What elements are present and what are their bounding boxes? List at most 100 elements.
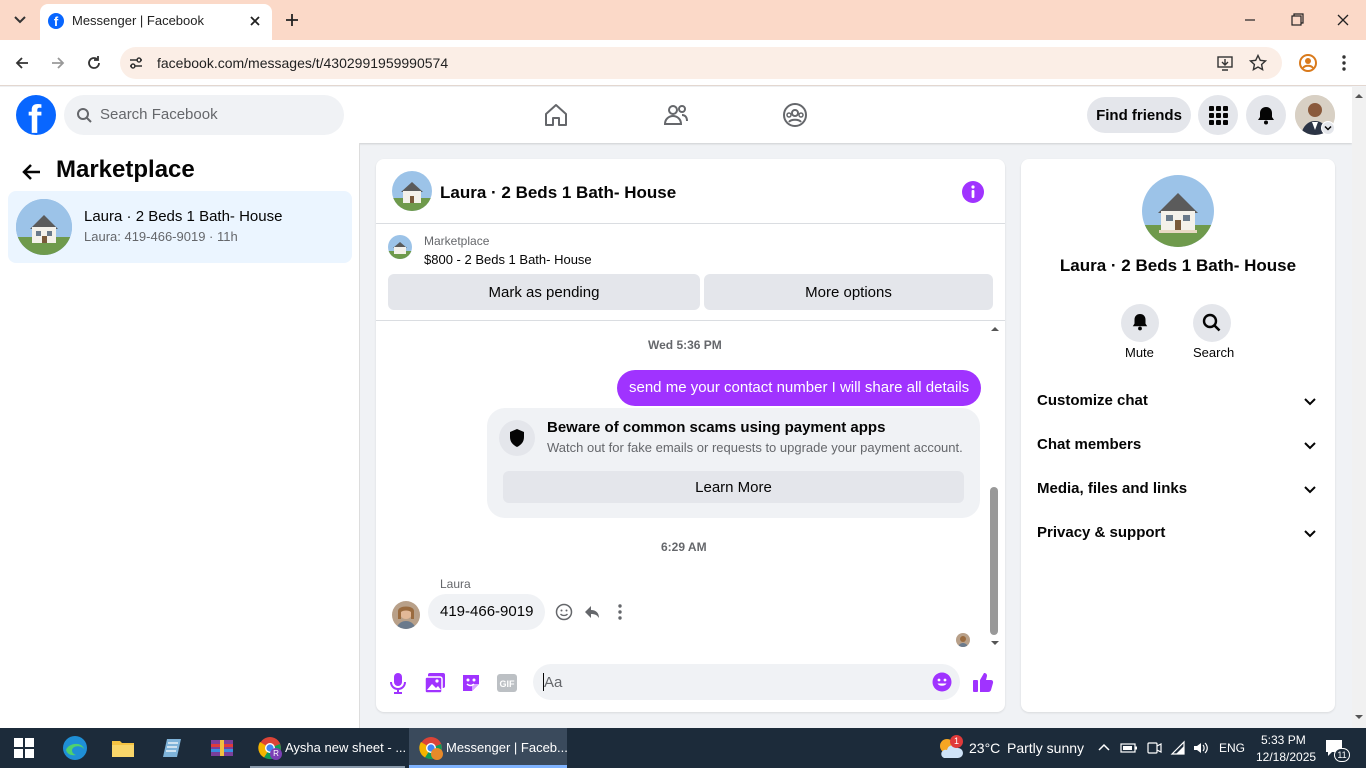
back-to-marketplace-icon[interactable] xyxy=(20,160,44,184)
voice-clip-icon[interactable] xyxy=(389,672,407,694)
site-settings-icon[interactable] xyxy=(128,55,144,71)
search-icon xyxy=(1202,313,1221,332)
edge-browser-icon[interactable] xyxy=(62,735,88,761)
input-language[interactable]: ENG xyxy=(1219,741,1245,755)
chat-panel: Laura · 2 Beds 1 Bath- House Marketplace… xyxy=(376,159,1005,712)
message-placeholder: Aa xyxy=(544,674,563,691)
notepad-app-icon[interactable] xyxy=(161,737,183,759)
show-hidden-icons-icon[interactable] xyxy=(1097,741,1111,755)
profile-badge: R xyxy=(270,748,282,760)
mute-button[interactable] xyxy=(1121,304,1159,342)
messages-scrollbar[interactable] xyxy=(988,323,1002,651)
notifications-button[interactable] xyxy=(1246,95,1286,135)
section-media-files-links[interactable]: Media, files and links xyxy=(1029,473,1327,505)
search-facebook-input[interactable]: Search Facebook xyxy=(64,95,344,135)
tab-search-button[interactable] xyxy=(6,8,34,32)
svg-text:GIF: GIF xyxy=(500,679,516,689)
battery-icon[interactable] xyxy=(1120,741,1138,755)
groups-icon[interactable] xyxy=(782,102,808,128)
thumbs-up-icon[interactable] xyxy=(972,671,994,693)
bell-icon xyxy=(1132,314,1148,331)
find-friends-button[interactable]: Find friends xyxy=(1087,97,1191,133)
notification-count: 11 xyxy=(1334,748,1350,762)
meet-camera-icon[interactable] xyxy=(1146,740,1162,756)
temperature[interactable]: 23°C xyxy=(969,740,1000,756)
facebook-favicon-icon: f xyxy=(48,13,64,29)
close-window-icon[interactable] xyxy=(1333,10,1353,30)
chevron-down-icon xyxy=(14,16,26,24)
taskbar-chrome-sheet[interactable]: R Aysha new sheet - ... xyxy=(250,728,406,768)
section-privacy-support[interactable]: Privacy & support xyxy=(1029,517,1327,549)
tab-title: Messenger | Facebook xyxy=(72,13,204,28)
mute-label: Mute xyxy=(1125,345,1154,360)
react-smiley-icon[interactable] xyxy=(555,603,573,621)
account-chevron-icon[interactable] xyxy=(1321,121,1335,135)
header-divider xyxy=(376,223,1005,224)
reload-icon[interactable] xyxy=(84,53,104,73)
details-avatar xyxy=(1142,175,1214,247)
taskbar-chrome-messenger[interactable]: Messenger | Faceb... xyxy=(409,728,568,768)
restore-icon[interactable] xyxy=(1287,10,1307,30)
listing-divider xyxy=(376,320,1005,321)
incoming-message[interactable]: 419-466-9019 xyxy=(428,594,546,630)
listing-source: Marketplace xyxy=(424,234,490,248)
emoji-icon[interactable] xyxy=(932,672,952,692)
section-customize-chat[interactable]: Customize chat xyxy=(1029,385,1327,417)
minimize-icon[interactable] xyxy=(1240,10,1260,30)
browser-menu-icon[interactable] xyxy=(1334,53,1354,73)
search-in-chat-button[interactable] xyxy=(1193,304,1231,342)
more-options-button[interactable]: More options xyxy=(704,274,993,310)
facebook-logo-icon[interactable]: f xyxy=(16,95,56,135)
install-app-icon[interactable] xyxy=(1216,54,1234,72)
listing-summary[interactable]: $800 - 2 Beds 1 Bath- House xyxy=(424,252,592,267)
chevron-down-icon xyxy=(1304,398,1316,406)
clock-time[interactable]: 5:33 PM xyxy=(1261,733,1306,747)
profile-badge xyxy=(431,748,443,760)
archive-app-icon[interactable] xyxy=(209,737,235,759)
windows-start-icon[interactable] xyxy=(14,738,34,758)
grid-menu-icon xyxy=(1209,106,1228,125)
chat-header-avatar[interactable] xyxy=(392,171,432,211)
conversation-details-panel: Laura · 2 Beds 1 Bath- House Mute Search… xyxy=(1021,159,1335,712)
outgoing-message[interactable]: send me your contact number I will share… xyxy=(617,370,982,406)
listing-thumbnail xyxy=(16,199,72,255)
friends-icon[interactable] xyxy=(663,102,689,128)
section-chat-members[interactable]: Chat members xyxy=(1029,429,1327,461)
new-tab-icon[interactable] xyxy=(282,10,302,30)
url-field[interactable]: facebook.com/messages/t/4302991959990574 xyxy=(120,47,1282,79)
menu-grid-button[interactable] xyxy=(1198,95,1238,135)
home-icon[interactable] xyxy=(543,102,569,128)
conversation-item[interactable]: Laura · 2 Beds 1 Bath- House Laura: 419-… xyxy=(8,191,352,263)
more-actions-icon[interactable] xyxy=(611,603,629,621)
seen-receipt-avatar xyxy=(956,633,970,647)
profile-icon[interactable] xyxy=(1298,53,1318,73)
section-label: Privacy & support xyxy=(1037,524,1166,541)
chat-title[interactable]: Laura · 2 Beds 1 Bath- House xyxy=(440,183,676,203)
back-arrow-icon[interactable] xyxy=(12,53,32,73)
bookmark-star-icon[interactable] xyxy=(1249,54,1267,72)
bell-icon xyxy=(1258,107,1274,125)
wifi-icon[interactable] xyxy=(1170,740,1186,756)
message-input[interactable]: Aa xyxy=(533,664,960,700)
url-text: facebook.com/messages/t/4302991959990574 xyxy=(157,55,449,71)
mark-pending-label: Mark as pending xyxy=(488,283,600,301)
listing-small-thumbnail[interactable] xyxy=(388,235,412,259)
reply-icon[interactable] xyxy=(583,603,601,621)
mark-as-pending-button[interactable]: Mark as pending xyxy=(388,274,700,310)
gif-icon[interactable]: GIF xyxy=(496,672,518,694)
attach-photo-icon[interactable] xyxy=(424,672,446,694)
conversation-info-icon[interactable] xyxy=(962,181,984,203)
panel-title: Marketplace xyxy=(56,156,195,183)
tab-close-icon[interactable] xyxy=(246,12,264,30)
sticker-icon[interactable] xyxy=(460,672,482,694)
forward-arrow-icon[interactable] xyxy=(48,53,68,73)
weather-condition[interactable]: Partly sunny xyxy=(1007,740,1084,756)
learn-more-button[interactable]: Learn More xyxy=(503,471,964,503)
sender-avatar[interactable] xyxy=(392,601,420,629)
clock-date[interactable]: 12/18/2025 xyxy=(1256,750,1316,764)
page-scrollbar[interactable] xyxy=(1352,87,1366,728)
file-explorer-icon[interactable] xyxy=(111,737,135,759)
volume-icon[interactable] xyxy=(1192,740,1208,756)
section-label: Chat members xyxy=(1037,436,1142,453)
tab-messenger[interactable]: f Messenger | Facebook xyxy=(40,4,272,40)
